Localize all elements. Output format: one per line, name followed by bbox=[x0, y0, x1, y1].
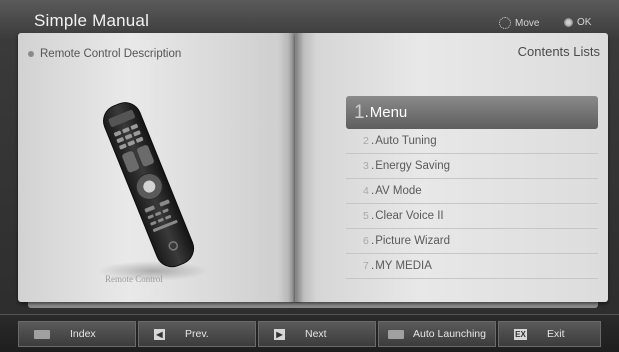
contents-item-av-mode[interactable]: 4. AV Mode bbox=[346, 179, 598, 204]
contents-item-auto-tuning[interactable]: 2. Auto Tuning bbox=[346, 129, 598, 154]
contents-item-my-media[interactable]: 7. MY MEDIA bbox=[346, 254, 598, 279]
auto-launch-key-icon bbox=[388, 329, 404, 339]
contents-item-menu[interactable]: 1. Menu bbox=[346, 96, 598, 129]
item-label: MY MEDIA bbox=[375, 260, 432, 272]
item-label: Energy Saving bbox=[375, 160, 450, 172]
contents-title: Contents Lists bbox=[517, 44, 600, 59]
item-number: 4 bbox=[363, 185, 369, 197]
index-key-icon bbox=[34, 329, 50, 339]
ok-icon bbox=[564, 18, 573, 27]
exit-key-icon: EX bbox=[514, 328, 527, 340]
auto-launching-button-label: Auto Launching bbox=[413, 328, 486, 340]
item-label: AV Mode bbox=[375, 185, 422, 197]
prev-button-label: Prev. bbox=[185, 328, 209, 340]
next-button-label: Next bbox=[305, 328, 327, 340]
item-number: 3 bbox=[363, 160, 369, 172]
section-heading: Remote Control Description bbox=[28, 48, 181, 60]
move-hint-label: Move bbox=[515, 17, 540, 29]
remote-control-image bbox=[98, 102, 208, 281]
bottom-button-bar: Index ◀ Prev. ▶ Next Auto Launching EX E… bbox=[0, 314, 619, 352]
left-page: Remote Control Description Remote Contro… bbox=[18, 33, 295, 302]
item-number: 2 bbox=[363, 135, 369, 147]
item-number: 6 bbox=[363, 235, 369, 247]
contents-list: 1. Menu 2. Auto Tuning 3. Energy Saving … bbox=[346, 96, 598, 279]
app-title: Simple Manual bbox=[34, 11, 150, 30]
ok-hint: OK bbox=[564, 17, 591, 28]
next-key-icon: ▶ bbox=[274, 328, 285, 340]
move-hint: Move bbox=[499, 17, 539, 29]
index-button[interactable]: Index bbox=[18, 321, 136, 347]
item-number: 1 bbox=[354, 101, 365, 123]
item-number: 7 bbox=[363, 260, 369, 272]
move-icon bbox=[499, 17, 511, 29]
book-spine bbox=[288, 33, 304, 303]
book-base bbox=[28, 301, 598, 308]
contents-item-picture-wizard[interactable]: 6. Picture Wizard bbox=[346, 229, 598, 254]
prev-key-icon: ◀ bbox=[154, 328, 165, 340]
contents-item-energy-saving[interactable]: 3. Energy Saving bbox=[346, 154, 598, 179]
ok-hint-label: OK bbox=[577, 17, 592, 28]
manual-book: Remote Control Description Remote Contro… bbox=[18, 33, 608, 308]
exit-button-label: Exit bbox=[547, 328, 565, 340]
bullet-icon bbox=[28, 51, 34, 57]
simple-manual-screen: Simple Manual Move OK Remote Control Des… bbox=[0, 0, 619, 352]
prev-button[interactable]: ◀ Prev. bbox=[138, 321, 256, 347]
remote-image-caption: Remote Control bbox=[105, 274, 163, 284]
index-button-label: Index bbox=[70, 328, 96, 340]
item-label: Menu bbox=[369, 104, 408, 121]
contents-item-clear-voice[interactable]: 5. Clear Voice II bbox=[346, 204, 598, 229]
next-button[interactable]: ▶ Next bbox=[258, 321, 376, 347]
item-label: Picture Wizard bbox=[375, 235, 450, 247]
exit-button[interactable]: EX Exit bbox=[498, 321, 601, 347]
item-label: Auto Tuning bbox=[375, 135, 437, 147]
section-title: Remote Control Description bbox=[40, 48, 182, 60]
auto-launching-button[interactable]: Auto Launching bbox=[378, 321, 496, 347]
right-page: Contents Lists 1. Menu 2. Auto Tuning 3.… bbox=[295, 33, 608, 302]
item-number: 5 bbox=[363, 210, 369, 222]
item-label: Clear Voice II bbox=[375, 210, 444, 222]
